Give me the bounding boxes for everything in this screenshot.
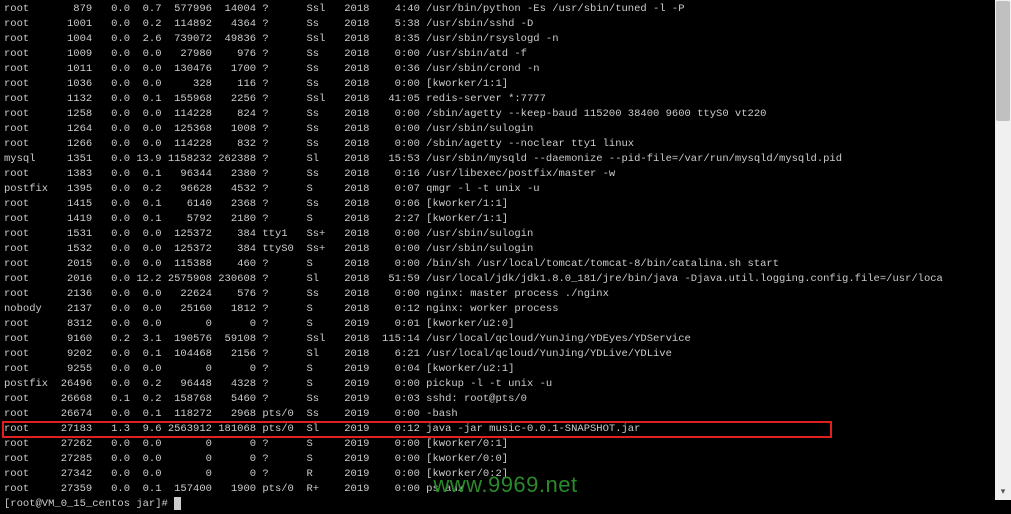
terminal-output[interactable]: root 879 0.0 0.7 577996 14004 ? Ssl 2018… <box>0 0 1011 514</box>
process-row: root 1266 0.0 0.0 114228 832 ? Ss 2018 0… <box>4 137 1007 152</box>
process-row: root 26674 0.0 0.1 118272 2968 pts/0 Ss … <box>4 407 1007 422</box>
process-row: root 27359 0.0 0.1 157400 1900 pts/0 R+ … <box>4 482 1007 497</box>
process-row: root 1009 0.0 0.0 27980 976 ? Ss 2018 0:… <box>4 47 1007 62</box>
process-row: root 2016 0.0 12.2 2575908 230608 ? Sl 2… <box>4 272 1007 287</box>
process-row: root 8312 0.0 0.0 0 0 ? S 2019 0:01 [kwo… <box>4 317 1007 332</box>
scrollbar-thumb[interactable] <box>996 1 1010 121</box>
process-row: root 9255 0.0 0.0 0 0 ? S 2019 0:04 [kwo… <box>4 362 1007 377</box>
process-row: root 27183 1.3 9.6 2563912 181068 pts/0 … <box>4 422 1007 437</box>
process-row: root 1264 0.0 0.0 125368 1008 ? Ss 2018 … <box>4 122 1007 137</box>
process-row: root 9202 0.0 0.1 104468 2156 ? Sl 2018 … <box>4 347 1007 362</box>
cursor-icon <box>174 497 181 510</box>
scrollbar[interactable]: ▴ ▾ <box>995 0 1011 500</box>
shell-prompt[interactable]: [root@VM_0_15_centos jar]# <box>4 497 1007 512</box>
process-row: root 2015 0.0 0.0 115388 460 ? S 2018 0:… <box>4 257 1007 272</box>
process-row: root 1419 0.0 0.1 5792 2180 ? S 2018 2:2… <box>4 212 1007 227</box>
process-row: root 27262 0.0 0.0 0 0 ? S 2019 0:00 [kw… <box>4 437 1007 452</box>
process-row: root 1415 0.0 0.1 6140 2368 ? Ss 2018 0:… <box>4 197 1007 212</box>
process-row: root 2136 0.0 0.0 22624 576 ? Ss 2018 0:… <box>4 287 1007 302</box>
process-row: root 1132 0.0 0.1 155968 2256 ? Ssl 2018… <box>4 92 1007 107</box>
scroll-down-icon[interactable]: ▾ <box>995 484 1011 500</box>
process-row: root 1258 0.0 0.0 114228 824 ? Ss 2018 0… <box>4 107 1007 122</box>
process-row: root 1383 0.0 0.1 96344 2380 ? Ss 2018 0… <box>4 167 1007 182</box>
process-row: nobody 2137 0.0 0.0 25160 1812 ? S 2018 … <box>4 302 1007 317</box>
process-row: postfix 26496 0.0 0.2 96448 4328 ? S 201… <box>4 377 1007 392</box>
process-row: root 1531 0.0 0.0 125372 384 tty1 Ss+ 20… <box>4 227 1007 242</box>
process-row: root 27285 0.0 0.0 0 0 ? S 2019 0:00 [kw… <box>4 452 1007 467</box>
process-row: root 1011 0.0 0.0 130476 1700 ? Ss 2018 … <box>4 62 1007 77</box>
process-row: root 1036 0.0 0.0 328 116 ? Ss 2018 0:00… <box>4 77 1007 92</box>
process-row: root 26668 0.1 0.2 158768 5460 ? Ss 2019… <box>4 392 1007 407</box>
process-row: mysql 1351 0.0 13.9 1158232 262388 ? Sl … <box>4 152 1007 167</box>
process-row: root 9160 0.2 3.1 190576 59108 ? Ssl 201… <box>4 332 1007 347</box>
process-row: root 879 0.0 0.7 577996 14004 ? Ssl 2018… <box>4 2 1007 17</box>
process-row: root 27342 0.0 0.0 0 0 ? R 2019 0:00 [kw… <box>4 467 1007 482</box>
process-row: postfix 1395 0.0 0.2 96628 4532 ? S 2018… <box>4 182 1007 197</box>
process-row: root 1532 0.0 0.0 125372 384 ttyS0 Ss+ 2… <box>4 242 1007 257</box>
process-row: root 1004 0.0 2.6 739072 49836 ? Ssl 201… <box>4 32 1007 47</box>
process-row: root 1001 0.0 0.2 114892 4364 ? Ss 2018 … <box>4 17 1007 32</box>
